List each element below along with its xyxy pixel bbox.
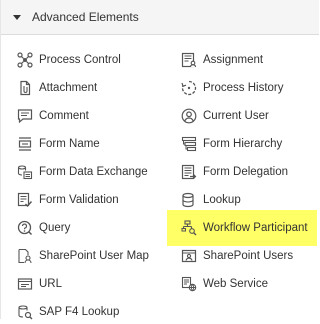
item-workflow-participant[interactable]: Workflow Participant xyxy=(181,216,308,240)
item-label: Workflow Participant xyxy=(203,222,308,234)
url-icon xyxy=(17,276,33,292)
item-label: Form Data Exchange xyxy=(39,166,148,178)
current-user-icon xyxy=(181,108,197,124)
item-process-history[interactable]: Process History xyxy=(181,76,284,100)
attachment-icon xyxy=(17,80,33,96)
form-hierarchy-icon xyxy=(181,136,197,152)
lookup-icon xyxy=(181,192,197,208)
item-current-user[interactable]: Current User xyxy=(181,104,269,128)
form-validation-icon xyxy=(17,192,33,208)
caret-down-icon[interactable] xyxy=(13,14,21,20)
query-icon xyxy=(17,220,33,236)
form-delegation-icon xyxy=(181,164,197,180)
item-assignment[interactable]: Assignment xyxy=(181,48,263,72)
item-query[interactable]: Query xyxy=(17,216,70,240)
item-sap-f4-lookup[interactable]: SAP F4 Lookup xyxy=(17,300,119,324)
advanced-elements-panel: Advanced Elements Process Control Attach… xyxy=(0,0,319,320)
item-label: SharePoint User Map xyxy=(39,250,149,262)
web-service-icon xyxy=(181,276,197,292)
item-label: Form Validation xyxy=(39,194,119,206)
section-title: Advanced Elements xyxy=(32,10,139,24)
item-label: Form Hierarchy xyxy=(203,138,283,150)
item-label: Current User xyxy=(203,110,269,122)
item-label: Form Name xyxy=(39,138,100,150)
item-label: Attachment xyxy=(39,82,98,94)
item-label: SAP F4 Lookup xyxy=(39,306,120,318)
form-name-icon xyxy=(17,136,33,152)
item-label: Form Delegation xyxy=(203,166,289,178)
item-form-delegation[interactable]: Form Delegation xyxy=(181,160,288,184)
item-attachment[interactable]: Attachment xyxy=(17,76,97,100)
item-comment[interactable]: Comment xyxy=(17,104,89,128)
item-form-name[interactable]: Form Name xyxy=(17,132,100,156)
workflow-participant-icon xyxy=(181,220,197,236)
sap-f4-lookup-icon xyxy=(17,304,33,320)
item-sharepoint-user-map[interactable]: SharePoint User Map xyxy=(17,244,149,268)
item-lookup[interactable]: Lookup xyxy=(181,188,241,212)
process-history-icon xyxy=(181,80,197,96)
item-form-validation[interactable]: Form Validation xyxy=(17,188,119,212)
advanced-elements-header[interactable]: Advanced Elements xyxy=(1,0,319,35)
item-label: Process History xyxy=(203,82,284,94)
form-data-exchange-icon xyxy=(17,164,33,180)
item-sharepoint-users[interactable]: SharePoint Users xyxy=(181,244,293,268)
item-form-data-exchange[interactable]: Form Data Exchange xyxy=(17,160,148,184)
item-label: Comment xyxy=(39,110,89,122)
item-url[interactable]: URL xyxy=(17,272,62,296)
process-control-icon xyxy=(17,52,33,68)
item-label: URL xyxy=(39,278,63,290)
item-label: Query xyxy=(39,222,71,234)
item-label: Web Service xyxy=(203,278,268,290)
item-label: Assignment xyxy=(203,54,264,66)
item-label: SharePoint Users xyxy=(203,250,294,262)
item-form-hierarchy[interactable]: Form Hierarchy xyxy=(181,132,282,156)
assignment-icon xyxy=(181,52,197,68)
item-label: Process Control xyxy=(39,54,121,66)
item-process-control[interactable]: Process Control xyxy=(17,48,121,72)
comment-icon xyxy=(17,108,33,124)
sharepoint-user-map-icon xyxy=(17,248,33,264)
item-web-service[interactable]: Web Service xyxy=(181,272,268,296)
item-label: Lookup xyxy=(203,194,241,206)
sharepoint-users-icon xyxy=(181,248,197,264)
